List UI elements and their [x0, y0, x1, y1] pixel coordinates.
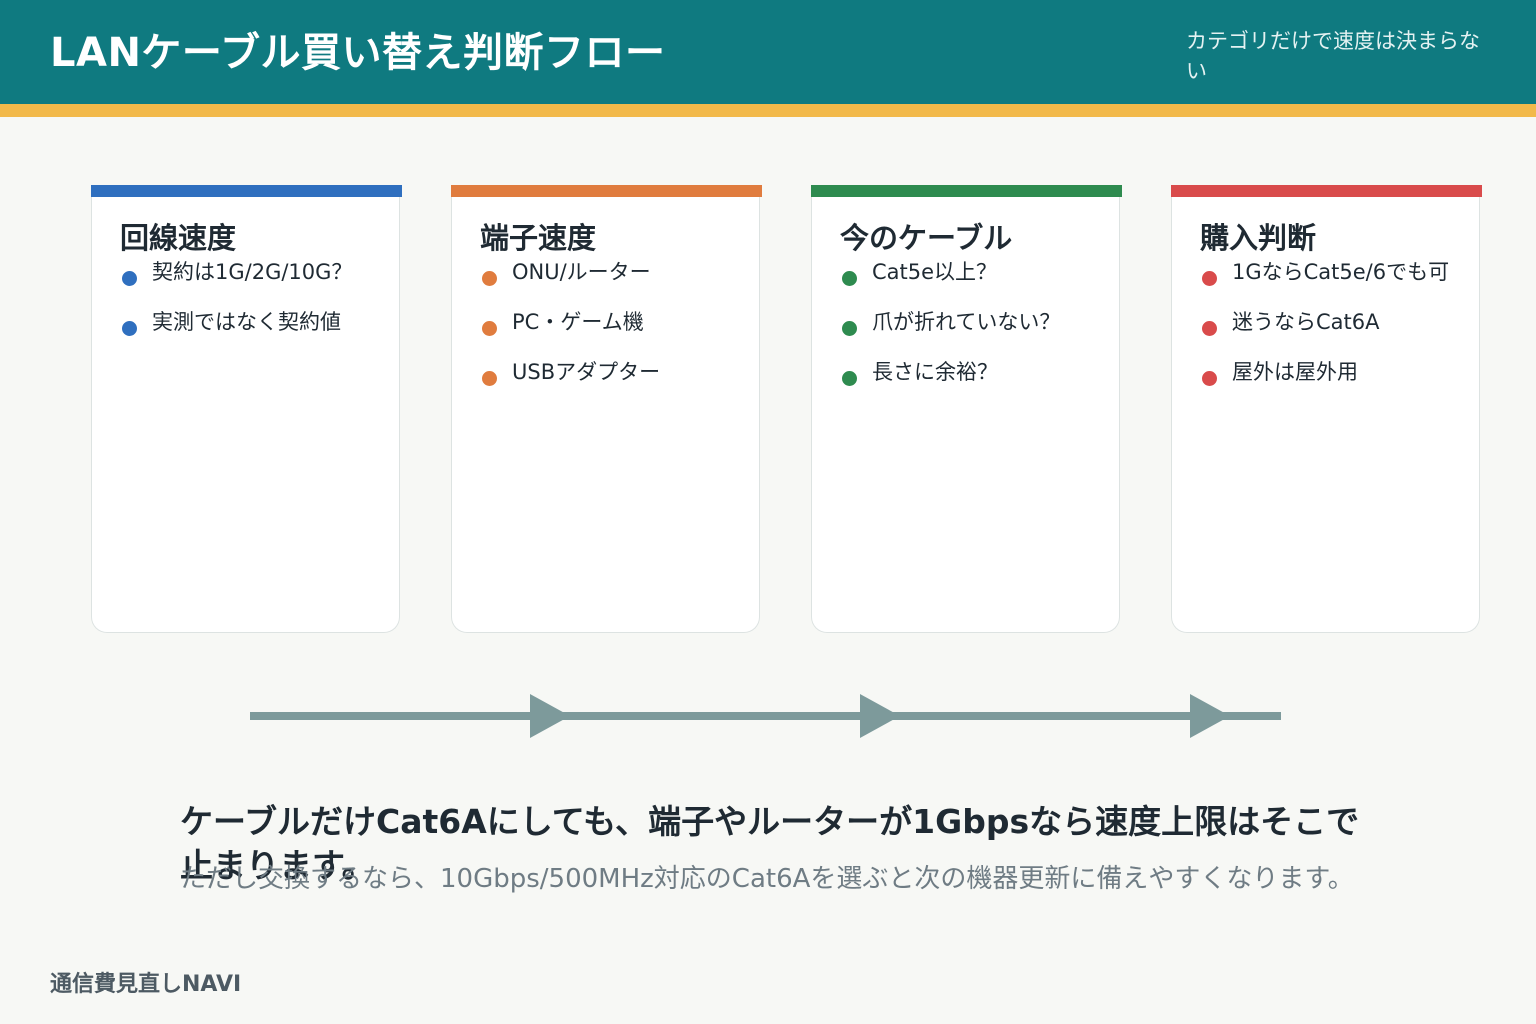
list-item: 実測ではなく契約値 [120, 309, 390, 359]
card-accent-bar [91, 185, 402, 197]
card-title: 回線速度 [120, 221, 237, 255]
bullet-dot-icon [122, 321, 137, 336]
list-item-text: 1GならCat5e/6でも可 [1232, 260, 1450, 284]
card-title: 端子速度 [480, 221, 597, 255]
list-item-text: Cat5e以上？ [872, 260, 998, 284]
bullet-dot-icon [842, 371, 857, 386]
footer-brand: 通信費見直しNAVI [50, 972, 242, 997]
list-item: Cat5e以上？ [840, 259, 1110, 309]
list-item: ONU/ルーター [480, 259, 750, 309]
list-item-text: 実測ではなく契約値 [152, 310, 341, 334]
list-item-text: 契約は1G/2G/10G？ [152, 260, 353, 284]
card-checklist: 1GならCat5e/6でも可 迷うならCat6A 屋外は屋外用 [1200, 259, 1470, 409]
header-bar: LANケーブル買い替え判断フロー カテゴリだけで速度は決まらない [0, 0, 1536, 104]
page-title: LANケーブル買い替え判断フロー [50, 30, 666, 76]
card-title: 今のケーブル [840, 221, 1013, 255]
list-item-text: 爪が折れていない？ [872, 310, 1061, 334]
list-item: 1GならCat5e/6でも可 [1200, 259, 1470, 309]
arrow-head-icon [860, 694, 900, 738]
list-item: 爪が折れていない？ [840, 309, 1110, 359]
card-checklist: 契約は1G/2G/10G？ 実測ではなく契約値 [120, 259, 390, 359]
list-item: 契約は1G/2G/10G？ [120, 259, 390, 309]
bullet-dot-icon [1202, 321, 1217, 336]
card-accent-bar [1171, 185, 1482, 197]
bullet-dot-icon [482, 321, 497, 336]
arrow-head-icon [530, 694, 570, 738]
list-item-text: 迷うならCat6A [1232, 310, 1380, 334]
list-item: 屋外は屋外用 [1200, 359, 1470, 409]
card-port-speed: 端子速度 ONU/ルーター PC・ゲーム機 USBアダプター [451, 185, 762, 633]
list-item-text: 長さに余裕？ [872, 360, 998, 384]
list-item: USBアダプター [480, 359, 750, 409]
flow-arrow [250, 694, 1281, 738]
note-text: ただし交換するなら、10Gbps/500MHz対応のCat6Aを選ぶと次の機器更… [180, 864, 1354, 894]
bullet-dot-icon [842, 271, 857, 286]
card-checklist: Cat5e以上？ 爪が折れていない？ 長さに余裕？ [840, 259, 1110, 409]
header-accent-stripe [0, 104, 1536, 117]
list-item-text: ONU/ルーター [512, 260, 651, 284]
bullet-dot-icon [482, 271, 497, 286]
arrow-head-icon [1190, 694, 1230, 738]
card-accent-bar [811, 185, 1122, 197]
card-purchase-decision: 購入判断 1GならCat5e/6でも可 迷うならCat6A 屋外は屋外用 [1171, 185, 1482, 633]
bullet-dot-icon [1202, 371, 1217, 386]
list-item-text: 屋外は屋外用 [1232, 360, 1358, 384]
page-subtitle: カテゴリだけで速度は決まらない [1186, 29, 1480, 83]
card-checklist: ONU/ルーター PC・ゲーム機 USBアダプター [480, 259, 750, 409]
card-current-cable: 今のケーブル Cat5e以上？ 爪が折れていない？ 長さに余裕？ [811, 185, 1122, 633]
list-item: 迷うならCat6A [1200, 309, 1470, 359]
card-title: 購入判断 [1200, 221, 1317, 255]
list-item: PC・ゲーム機 [480, 309, 750, 359]
bullet-dot-icon [842, 321, 857, 336]
list-item-text: USBアダプター [512, 360, 661, 384]
list-item: 長さに余裕？ [840, 359, 1110, 409]
bullet-dot-icon [122, 271, 137, 286]
list-item-text: PC・ゲーム機 [512, 310, 644, 334]
card-accent-bar [451, 185, 762, 197]
bullet-dot-icon [482, 371, 497, 386]
bullet-dot-icon [1202, 271, 1217, 286]
card-line-speed: 回線速度 契約は1G/2G/10G？ 実測ではなく契約値 [91, 185, 402, 633]
